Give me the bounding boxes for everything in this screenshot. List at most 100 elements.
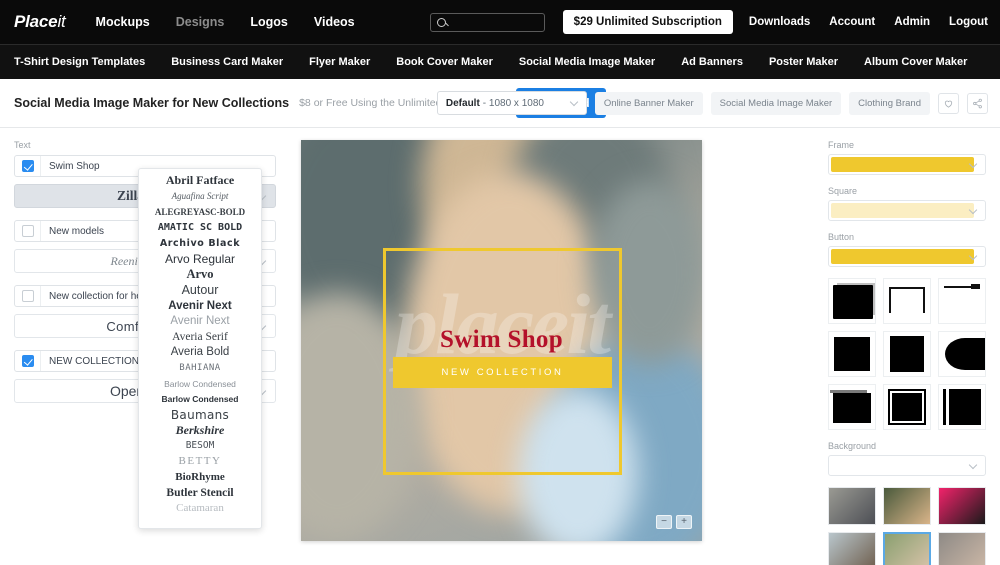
shape-option-square-filled-shadow[interactable] (828, 278, 876, 324)
shape-option-square-line-top-right[interactable] (938, 278, 986, 324)
font-dropdown-list[interactable]: Abril Fatface Aguafina Script AlegreyaSC-B… (138, 168, 262, 529)
brand-text-it: it (57, 12, 66, 31)
font-option-2[interactable]: AlegreyaSC-Bold (139, 204, 261, 220)
subnav-item-album-cover-maker[interactable]: Album Cover Maker (864, 56, 967, 68)
shape-option-square-double-border[interactable] (883, 384, 931, 430)
font-option-0[interactable]: Abril Fatface (139, 173, 261, 189)
text-layer-checkbox-wrap-3[interactable] (15, 351, 41, 371)
tag-clothing-brand[interactable]: Clothing Brand (849, 91, 930, 115)
color-swatch-button (831, 249, 974, 264)
template-title-bar: Social Media Image Maker for New Collect… (0, 79, 1000, 128)
nav-link-logout[interactable]: Logout (949, 16, 988, 28)
text-layer-checkbox-3[interactable] (21, 355, 34, 367)
nav-link-mockups[interactable]: Mockups (96, 15, 150, 29)
title-bar-right-group: Default - 1080 x 1080 Online Banner Make… (436, 91, 988, 115)
color-select-frame[interactable] (828, 154, 986, 175)
text-layer-checkbox-wrap-1[interactable] (15, 221, 41, 241)
color-select-button[interactable] (828, 246, 986, 267)
nav-link-designs[interactable]: Designs (176, 15, 225, 29)
color-group-label-frame: Frame (828, 140, 855, 150)
subnav-item-ad-banners[interactable]: Ad Banners (681, 56, 743, 68)
design-headline-text[interactable]: Swim Shop (301, 326, 702, 354)
thumb-swimsuit-woman[interactable] (883, 532, 931, 565)
top-nav-right-group: $29 Unlimited Subscription Downloads Acc… (429, 10, 988, 34)
tag-online-banner-maker[interactable]: Online Banner Maker (594, 91, 703, 115)
font-option-8[interactable]: Avenir Next (139, 298, 261, 314)
tag-social-media-image-maker[interactable]: Social Media Image Maker (710, 91, 842, 115)
design-canvas[interactable]: placeit Swim Shop NEW COLLECTION − + (301, 140, 702, 541)
background-color-swatch (831, 458, 974, 473)
zoom-in-icon[interactable]: + (676, 515, 692, 529)
font-option-20[interactable]: Butler Stencil (139, 485, 261, 501)
font-option-16[interactable]: Berkshire (139, 423, 261, 439)
nav-link-account[interactable]: Account (829, 16, 875, 28)
account-nav-links: Downloads Account Admin Logout (749, 16, 988, 28)
share-button[interactable] (967, 92, 988, 114)
nav-link-videos[interactable]: Videos (314, 15, 355, 29)
thumb-bearded-man[interactable] (828, 532, 876, 565)
thumb-portrait-woman[interactable] (938, 532, 986, 565)
canvas-size-select[interactable]: Default - 1080 x 1080 (436, 91, 587, 115)
category-navigation-bar: T-Shirt Design Templates Business Card M… (0, 44, 1000, 79)
font-option-5[interactable]: Arvo Regular (139, 251, 261, 267)
subscription-button[interactable]: $29 Unlimited Subscription (562, 10, 733, 34)
font-option-15[interactable]: Baumans (139, 407, 261, 423)
favorite-button[interactable] (938, 92, 959, 114)
placeit-logo[interactable]: Placeit (14, 12, 66, 32)
thumbnail-image (884, 488, 930, 524)
color-select-square[interactable] (828, 200, 986, 221)
thumbnail-image (829, 533, 875, 565)
font-option-12[interactable]: Bahiana (139, 360, 261, 376)
shape-option-square-outline-thin[interactable] (828, 384, 876, 430)
subnav-item-business-card-maker[interactable]: Business Card Maker (171, 56, 283, 68)
font-option-1[interactable]: Aguafina Script (139, 189, 261, 205)
shape-option-square-plain[interactable] (828, 331, 876, 377)
font-option-4[interactable]: Archivo Black (139, 235, 261, 251)
shape-option-rounded-left-capsule[interactable] (938, 331, 986, 377)
right-style-panel: Frame Square Button Background (822, 128, 1000, 565)
subnav-item-social-media-image-maker[interactable]: Social Media Image Maker (519, 56, 655, 68)
font-option-19[interactable]: BioRhyme (139, 469, 261, 485)
nav-link-downloads[interactable]: Downloads (749, 16, 810, 28)
background-color-select[interactable] (828, 455, 986, 476)
nav-link-logos[interactable]: Logos (250, 15, 288, 29)
design-button-element[interactable]: NEW COLLECTION (393, 357, 612, 389)
shape-option-grid (828, 278, 986, 430)
text-layer-checkbox-0[interactable] (21, 160, 34, 172)
subnav-item-book-cover-maker[interactable]: Book Cover Maker (396, 56, 493, 68)
font-option-list: Abril Fatface Aguafina Script AlegreyaSC-B… (139, 173, 261, 516)
subnav-item-tshirt-design-templates[interactable]: T-Shirt Design Templates (14, 56, 145, 68)
zoom-out-icon[interactable]: − (656, 515, 672, 529)
font-option-10[interactable]: Averia Serif (139, 329, 261, 345)
font-option-18[interactable]: Betty (139, 454, 261, 470)
color-group-list: Frame Square Button (828, 140, 986, 267)
text-layer-checkbox-2[interactable] (21, 290, 34, 302)
font-option-11[interactable]: Averia Bold (139, 345, 261, 361)
font-option-6[interactable]: Arvo (139, 267, 261, 283)
editor-workspace: Text Swim ShopZilla SlabNew modelsReenie… (0, 128, 1000, 565)
top-navigation-bar: Placeit Mockups Designs Logos Videos $29… (0, 0, 1000, 44)
text-layer-checkbox-wrap-0[interactable] (15, 156, 41, 176)
heart-icon (944, 100, 953, 108)
shape-option-square-thin-top-line[interactable] (883, 278, 931, 324)
thumb-street-man[interactable] (828, 487, 876, 525)
font-option-17[interactable]: Besom (139, 438, 261, 454)
font-option-21[interactable]: Catamaran (139, 500, 261, 516)
thumb-beanie-woman[interactable] (883, 487, 931, 525)
text-layer-checkbox-wrap-2[interactable] (15, 286, 41, 306)
nav-link-admin[interactable]: Admin (894, 16, 930, 28)
thumbnail-image (939, 533, 985, 565)
search-input[interactable] (429, 12, 545, 32)
shape-option-square-solid[interactable] (883, 331, 931, 377)
subnav-item-flyer-maker[interactable]: Flyer Maker (309, 56, 370, 68)
subnav-item-poster-maker[interactable]: Poster Maker (769, 56, 838, 68)
font-option-14[interactable]: Barlow Condensed (139, 391, 261, 407)
font-option-7[interactable]: Autour (139, 282, 261, 298)
shape-option-square-left-bar[interactable] (938, 384, 986, 430)
color-group-label-button: Button (828, 232, 855, 242)
font-option-3[interactable]: Amatic SC Bold (139, 220, 261, 236)
thumb-pink-black[interactable] (938, 487, 986, 525)
text-layer-checkbox-1[interactable] (21, 225, 34, 237)
font-option-13[interactable]: Barlow Condensed (139, 376, 261, 392)
font-option-9[interactable]: Avenir Next (139, 313, 261, 329)
